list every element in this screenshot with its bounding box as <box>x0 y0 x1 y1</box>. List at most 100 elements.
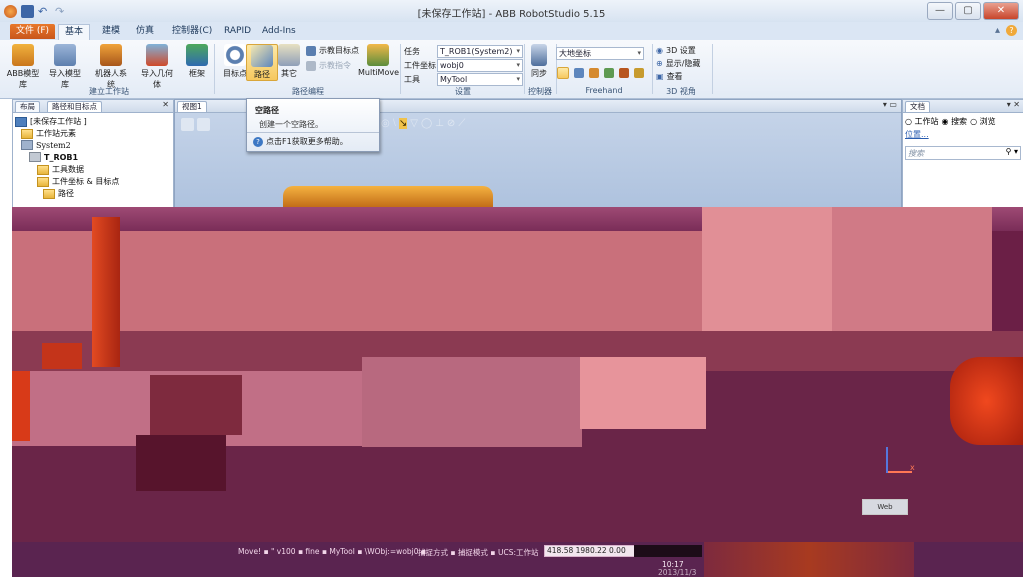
minimize-button[interactable]: — <box>927 2 953 20</box>
other-button[interactable]: 其它 <box>274 44 304 79</box>
snap-end-icon[interactable]: ▽ <box>410 118 418 129</box>
instruction-template[interactable]: Move! ▪ " v100 ▪ fine ▪ MyTool ▪ \WObj:=… <box>238 547 426 556</box>
group-label-path-programming: 路径编程 <box>292 87 324 96</box>
radio-station[interactable]: ○ 工作站 <box>905 116 939 127</box>
robot-arm[interactable] <box>283 186 493 208</box>
teach-instruction-button[interactable]: 示教指令 <box>306 60 351 71</box>
snap-local-icon[interactable]: ⊥ <box>435 118 444 129</box>
jog-linear-icon[interactable] <box>604 68 614 78</box>
robot-body[interactable] <box>92 217 120 367</box>
sync-icon <box>531 44 547 66</box>
panel-close-icon[interactable]: ✕ <box>162 100 169 109</box>
3d-settings-label: 3D 设置 <box>665 46 696 55</box>
tab-rapid[interactable]: RAPID <box>218 24 257 39</box>
tree-item-wobj-targets[interactable]: 工件坐标 & 目标点 <box>37 176 119 187</box>
wobj-select[interactable]: wobj0 <box>437 59 523 72</box>
frame-button[interactable]: 框架 <box>178 44 216 79</box>
import-library-button[interactable]: 导入模型库 <box>46 44 84 90</box>
tab-controller[interactable]: 控制器(C) <box>166 24 218 39</box>
teach-target-button[interactable]: 示教目标点 <box>306 45 359 56</box>
title-bar: ↶ ↷ [未保存工作站] - ABB RobotStudio 5.15 — ▢ … <box>0 0 1023 23</box>
show-hide-button[interactable]: ⊕ 显示/隐藏 <box>656 58 700 69</box>
view-tool-icon[interactable] <box>181 118 194 131</box>
task-select[interactable]: T_ROB1(System2) <box>437 45 523 58</box>
tooltip-description: 创建一个空路径。 <box>259 120 323 129</box>
help-icon[interactable]: ? <box>1006 25 1017 36</box>
frame-select[interactable]: 大地坐标 <box>556 47 644 60</box>
group-label-3d-view: 3D 视角 <box>666 87 696 96</box>
view-tool-icon[interactable] <box>197 118 210 131</box>
tree-item-elements[interactable]: 工作站元素 <box>21 128 76 139</box>
tab-paths-targets[interactable]: 路径和目标点 <box>47 101 102 112</box>
robot-part[interactable] <box>950 357 1023 445</box>
jog-joint-icon[interactable] <box>589 68 599 78</box>
panel-pin-icon[interactable]: ▾ ✕ <box>1007 100 1020 109</box>
tool-label: 工具 <box>404 75 420 84</box>
multi-robot-jog-icon[interactable] <box>634 68 644 78</box>
tree-item-task[interactable]: T_ROB1 <box>29 152 78 162</box>
close-button[interactable]: ✕ <box>983 2 1019 20</box>
folder-icon <box>43 188 55 199</box>
move-tool-icon[interactable] <box>557 67 569 79</box>
tab-layout[interactable]: 布局 <box>15 101 40 112</box>
tree-label: T_ROB1 <box>44 152 79 162</box>
tab-basic[interactable]: 基本 <box>58 24 91 40</box>
group-label-controller: 控制器 <box>528 87 552 96</box>
tree-item-tooldata[interactable]: 工具数据 <box>37 164 84 175</box>
location-link[interactable]: 位置... <box>905 129 929 140</box>
view-button[interactable]: ▣ 查看 <box>656 71 683 82</box>
tooltip-help: ? 点击F1获取更多帮助。 <box>253 136 348 147</box>
task-label: 任务 <box>404 47 420 56</box>
robot-part[interactable] <box>12 371 30 441</box>
rotate-tool-icon[interactable] <box>574 68 584 78</box>
tree-item-paths[interactable]: 路径 <box>43 188 74 199</box>
robot-base[interactable] <box>42 343 82 369</box>
multimove-button[interactable]: MultiMove <box>358 44 399 77</box>
maximize-button[interactable]: ▢ <box>955 2 981 20</box>
jog-reorient-icon[interactable] <box>619 68 629 78</box>
tool-select[interactable]: MyTool <box>437 73 523 86</box>
scene-tab-web[interactable]: Web <box>862 499 908 515</box>
search-placeholder: 搜索 <box>908 149 924 158</box>
tree-label: 工作站元素 <box>36 129 76 138</box>
teach-target-label: 示教目标点 <box>319 46 359 55</box>
scene-render[interactable]: Web x <box>12 207 1023 542</box>
ribbon: ABB模型库 导入模型库 机器人系统 导入几何体 框架 建立工作站 目标点 路径… <box>0 40 1023 99</box>
snap-edge-icon[interactable]: ⧵ <box>393 118 396 129</box>
tab-file[interactable]: 文件 (F) <box>10 24 56 39</box>
tab-view1[interactable]: 视图1 <box>177 101 207 112</box>
snap-measure-icon[interactable]: ⊘ <box>447 118 455 129</box>
tab-simulation[interactable]: 仿真 <box>130 24 160 39</box>
view-pin-icon[interactable]: ▾ ▭ <box>883 100 897 109</box>
snap-mode[interactable]: 捕捉方式 ▪ 捕捉模式 ▪ <box>418 547 495 558</box>
snap-toolbar: ◎ ⧵ ↘ ▽ ◯ ⊥ ⊘ ⟋ <box>381 118 465 129</box>
other-icon <box>278 44 300 66</box>
tab-modeling[interactable]: 建模 <box>96 24 126 39</box>
status-indicator <box>634 545 702 557</box>
view-toolbar <box>181 118 210 131</box>
snap-object-icon[interactable]: ↘ <box>398 118 408 129</box>
3d-settings-button[interactable]: ◉ 3D 设置 <box>656 45 696 56</box>
tooltip: 空路径 创建一个空路径。 ? 点击F1获取更多帮助。 <box>246 98 380 152</box>
doc-search-box[interactable]: 搜索 ⚲ ▾ <box>905 146 1021 160</box>
search-icon[interactable]: ⚲ ▾ <box>1006 147 1018 156</box>
collapse-ribbon-icon[interactable]: ▴ <box>995 25 1000 36</box>
status-bar: Move! ▪ " v100 ▪ fine ▪ MyTool ▪ \WObj:=… <box>12 542 1023 577</box>
snap-grid-icon[interactable]: ⟋ <box>458 118 465 129</box>
snap-mid-icon[interactable]: ◯ <box>421 118 432 129</box>
snap-center-icon[interactable]: ◎ <box>381 118 390 129</box>
sync-button[interactable]: 同步 <box>526 44 552 79</box>
radio-search[interactable]: ◉ 搜索 <box>942 116 968 127</box>
group-separator <box>400 44 401 94</box>
tree-item-station[interactable]: [未保存工作站 ] <box>15 116 87 127</box>
import-geometry-button[interactable]: 导入几何体 <box>138 44 176 90</box>
robot-system-button[interactable]: 机器人系统 <box>92 44 130 90</box>
tree-item-system[interactable]: System2 <box>21 140 71 150</box>
abb-library-button[interactable]: ABB模型库 <box>4 44 42 90</box>
radio-browse[interactable]: ○ 浏览 <box>970 116 996 127</box>
show-hide-label: 显示/隐藏 <box>665 59 701 68</box>
tree-label: 工件坐标 & 目标点 <box>52 177 120 186</box>
tab-documents[interactable]: 文档 <box>905 101 930 112</box>
tab-addins[interactable]: Add-Ins <box>256 24 302 39</box>
target-label: 目标点 <box>223 69 247 78</box>
